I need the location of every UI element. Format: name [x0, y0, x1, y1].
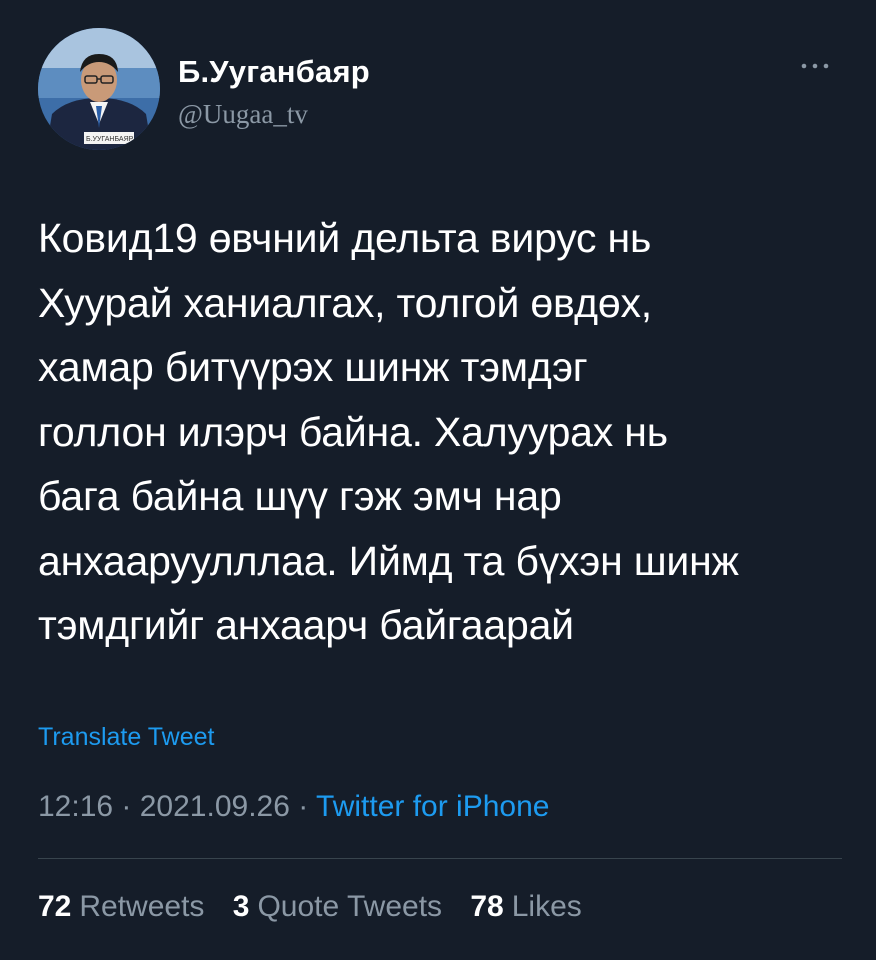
- display-name[interactable]: Б.Ууганбаяр: [178, 54, 370, 90]
- retweets-stat[interactable]: 72 Retweets: [38, 890, 204, 923]
- more-options-button[interactable]: [796, 56, 836, 76]
- divider: [38, 858, 842, 859]
- avatar-image: Б.УУГАНБАЯР: [38, 28, 160, 150]
- retweets-label: Retweets: [79, 890, 205, 923]
- tweet-date[interactable]: 2021.09.26: [140, 790, 290, 823]
- retweets-count: 72: [38, 890, 72, 923]
- avatar[interactable]: Б.УУГАНБАЯР: [38, 28, 160, 150]
- avatar-caption: Б.УУГАНБАЯР: [86, 136, 134, 143]
- tweet-text: Ковид19 өвчний дельта вирус нь Хуурай ха…: [38, 215, 739, 648]
- user-handle[interactable]: @Uugaa_tv: [178, 99, 308, 130]
- quote-tweets-label: Quote Tweets: [257, 890, 443, 923]
- likes-stat[interactable]: 78 Likes: [470, 890, 581, 923]
- more-horizontal-icon: [801, 63, 829, 69]
- separator: ·: [113, 790, 140, 823]
- tweet-card: Б.УУГАНБАЯР Б.Ууганбаяр @Uugaa_tv Ковид1…: [0, 0, 876, 960]
- quote-tweets-stat[interactable]: 3 Quote Tweets: [233, 890, 442, 923]
- likes-label: Likes: [511, 890, 582, 923]
- tweet-source-link[interactable]: Twitter for iPhone: [316, 790, 549, 823]
- translate-tweet-link[interactable]: Translate Tweet: [38, 723, 214, 752]
- separator: ·: [289, 790, 317, 823]
- engagement-stats: 72 Retweets 3 Quote Tweets 78 Likes: [38, 890, 602, 924]
- tweet-time[interactable]: 12:16: [38, 790, 113, 823]
- quote-tweets-count: 3: [232, 890, 250, 923]
- likes-count: 78: [470, 890, 504, 923]
- tweet-metadata: 12:16 · 2021.09.26 · Twitter for iPhone: [38, 790, 549, 824]
